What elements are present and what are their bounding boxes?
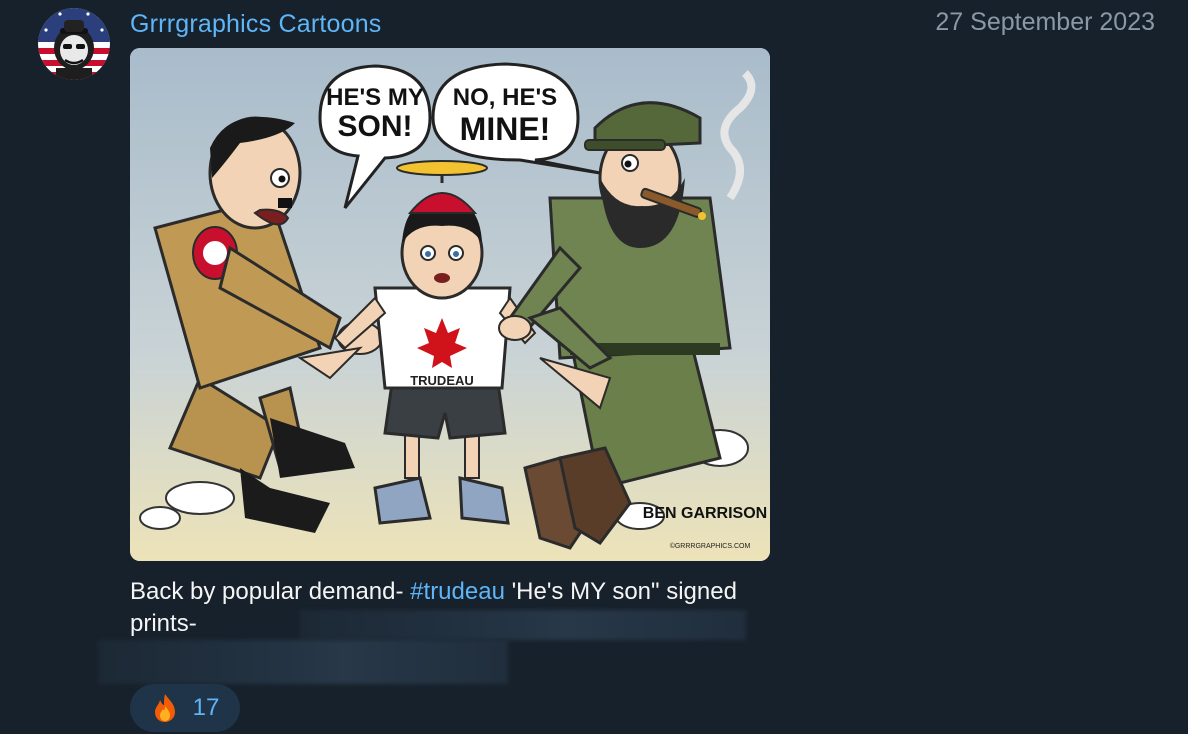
channel-name[interactable]: Grrrgraphics Cartoons bbox=[130, 10, 382, 39]
channel-avatar[interactable] bbox=[38, 8, 110, 80]
svg-text:HE'S MY: HE'S MY bbox=[326, 84, 424, 111]
artist-signature: BEN GARRISON bbox=[643, 505, 767, 522]
hashtag-link[interactable]: #trudeau bbox=[410, 578, 505, 605]
caption-text: Back by popular demand- bbox=[130, 578, 411, 605]
shirt-text: TRUDEAU bbox=[410, 373, 474, 388]
fire-icon bbox=[154, 694, 175, 722]
reaction-button[interactable]: 17 bbox=[130, 684, 240, 732]
svg-text:NO, HE'S: NO, HE'S bbox=[453, 84, 557, 111]
svg-text:MINE!: MINE! bbox=[460, 111, 551, 147]
cartoon-portrait-avatar-icon bbox=[38, 8, 110, 80]
redacted-link-line-2 bbox=[98, 640, 508, 684]
post-image[interactable]: TRUDEAU HE'S MY SON! NO, HE'S MINE! BEN … bbox=[130, 48, 770, 561]
svg-text:SON!: SON! bbox=[338, 110, 413, 143]
post-date: 27 September 2023 bbox=[935, 8, 1155, 36]
cartoon-illustration: TRUDEAU HE'S MY SON! NO, HE'S MINE! BEN … bbox=[130, 48, 770, 561]
reaction-count: 17 bbox=[192, 694, 220, 721]
artist-website: ©GRRRGRAPHICS.COM bbox=[670, 542, 751, 550]
redacted-link-line-1 bbox=[300, 610, 746, 640]
